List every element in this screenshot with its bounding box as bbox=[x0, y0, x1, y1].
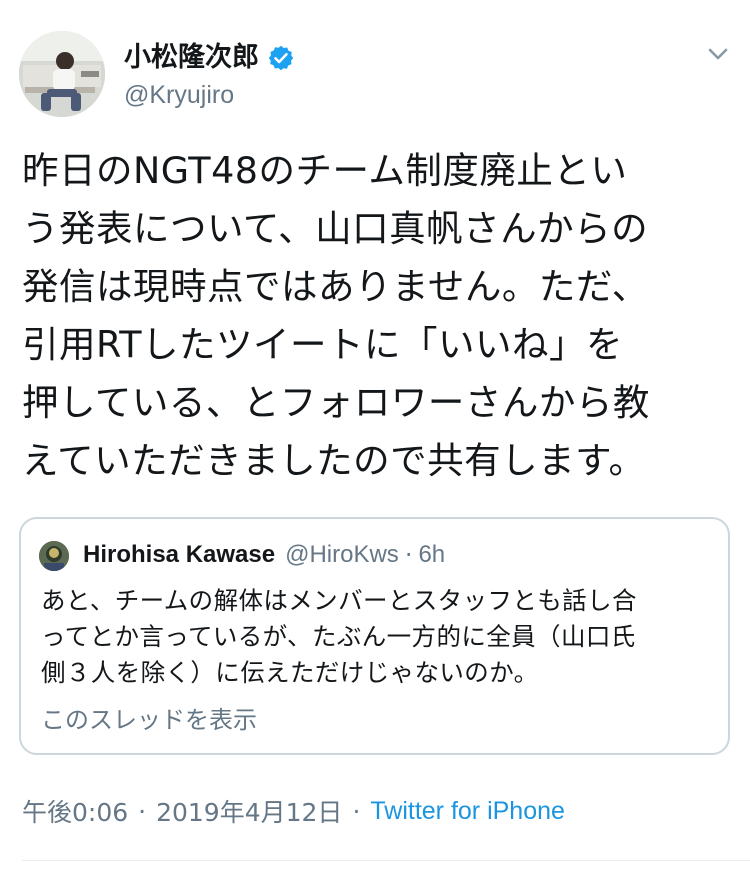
verified-badge-icon bbox=[267, 44, 295, 72]
tweet-date[interactable]: 2019年4月12日 bbox=[156, 793, 342, 829]
quoted-author-name: Hirohisa Kawase bbox=[83, 541, 276, 568]
tweet-text: 昨日のNGT48のチーム制度廃止とい う発表について、山口真帆さんからの 発信は… bbox=[22, 149, 650, 482]
tweet-detail: 小松隆次郎 @Kryujiro 昨日のNGT48のチーム制度廃止とい う発表につ… bbox=[0, 0, 750, 876]
chevron-down-icon[interactable] bbox=[704, 40, 732, 68]
tweet-meta: 午後0:06 · 2019年4月12日 · Twitter for iPhone bbox=[22, 793, 565, 829]
author-handle[interactable]: @Kryujiro bbox=[124, 78, 234, 112]
tweet-time[interactable]: 午後0:06 bbox=[22, 793, 128, 829]
quoted-separator-dot: · bbox=[404, 541, 413, 569]
meta-separator-dot: · bbox=[138, 796, 147, 826]
quoted-tweet-time: 6h bbox=[418, 541, 446, 568]
tweet-source-link[interactable]: Twitter for iPhone bbox=[370, 797, 565, 826]
meta-separator-dot: · bbox=[352, 796, 361, 826]
divider bbox=[22, 860, 750, 861]
quoted-tweet-text: あと、チームの解体はメンバーとスタッフとも話し合 ってとか言っているが、たぶん一… bbox=[41, 586, 637, 687]
quoted-author-handle: @HiroKws bbox=[285, 541, 399, 568]
quoted-tweet-card[interactable]: Hirohisa Kawase @HiroKws · 6h あと、チームの解体は… bbox=[19, 517, 730, 755]
quoted-author-avatar bbox=[39, 541, 69, 571]
quoted-tweet-header: Hirohisa Kawase @HiroKws · 6h bbox=[83, 537, 445, 573]
show-thread-link[interactable]: このスレッドを表示 bbox=[41, 703, 257, 737]
author-name-row[interactable]: 小松隆次郎 bbox=[124, 38, 295, 78]
author-display-name[interactable]: 小松隆次郎 bbox=[124, 40, 259, 76]
author-avatar[interactable] bbox=[19, 31, 105, 117]
